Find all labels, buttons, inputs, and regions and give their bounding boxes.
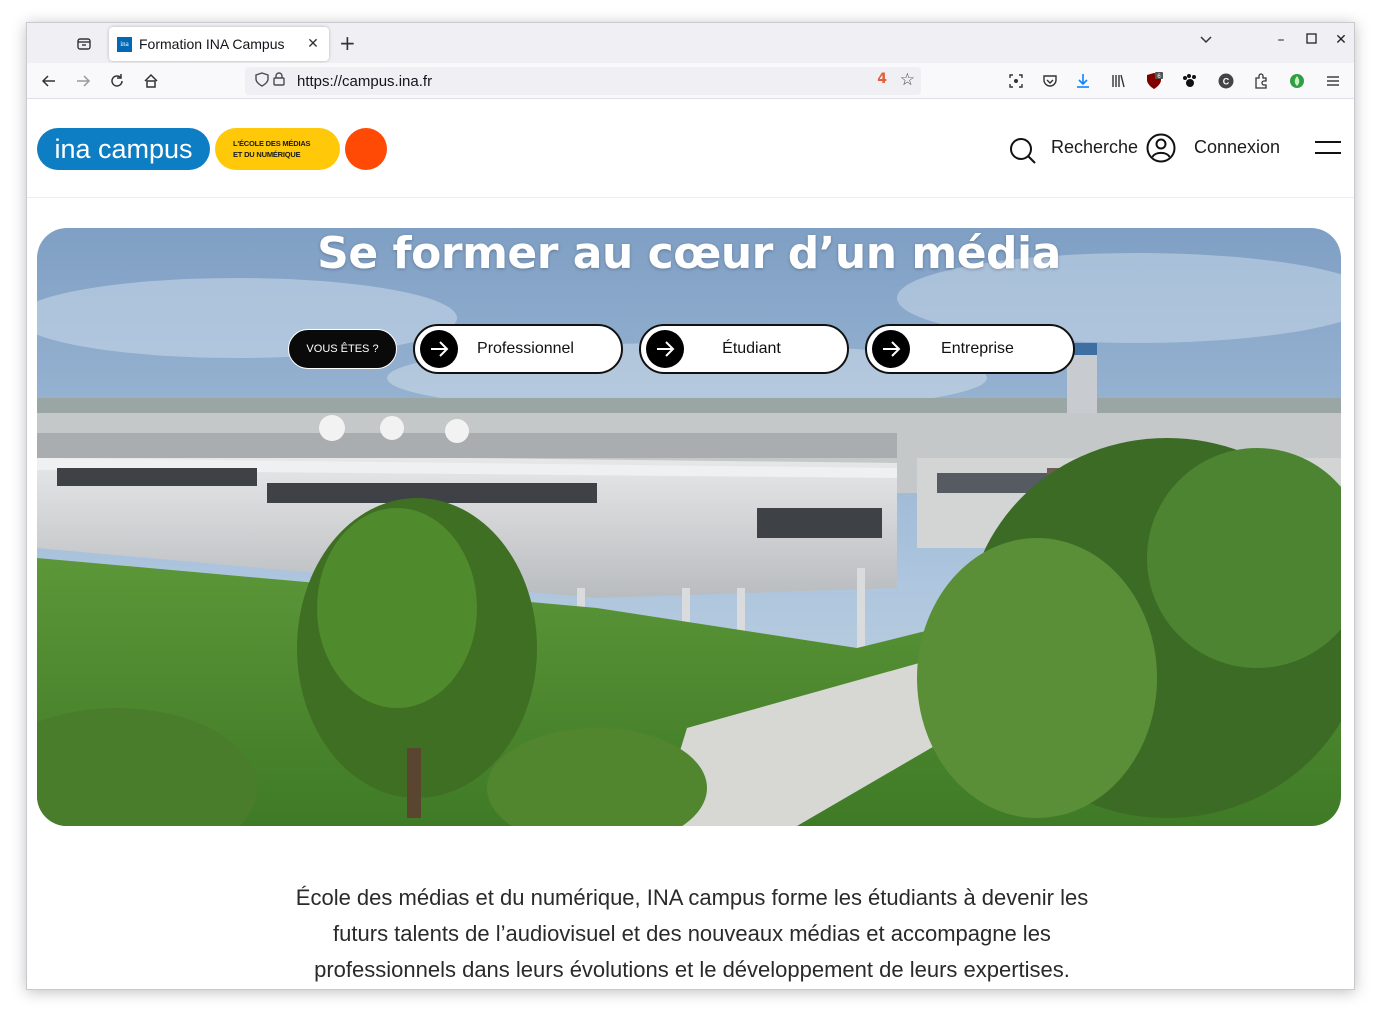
home-icon[interactable] [139, 69, 163, 93]
site-header: ina campus L'ÉCOLE DES MÉDIAS ET DU NUMÉ… [27, 100, 1354, 198]
tagline-line1: L'ÉCOLE DES MÉDIAS [233, 139, 311, 148]
arrow-right-icon [420, 330, 458, 368]
browser-window: ina Formation INA Campus ✕ + – ✕ https:/… [26, 22, 1355, 990]
permission-badge[interactable]: 4 [877, 71, 887, 87]
arrow-right-icon [646, 330, 684, 368]
hamburger-menu-icon[interactable] [1315, 141, 1341, 157]
app-menu-icon[interactable] [1322, 70, 1344, 92]
chevron-down-icon[interactable] [1199, 32, 1213, 50]
ina-favicon-icon: ina [117, 36, 132, 52]
ina-campus-logo[interactable]: ina campus [37, 128, 210, 170]
pocket-icon[interactable] [1039, 70, 1061, 92]
extensions-puzzle-icon[interactable] [1250, 70, 1272, 92]
new-tab-icon[interactable]: + [339, 33, 356, 53]
orange-dot-logo[interactable] [345, 128, 387, 170]
campus-building-photo [37, 228, 1341, 826]
forward-arrow-icon[interactable] [71, 69, 95, 93]
etudiant-button[interactable]: Étudiant [639, 324, 849, 374]
url-text[interactable]: https://campus.ina.fr [297, 73, 432, 90]
professionnel-button[interactable]: Professionnel [413, 324, 623, 374]
navigation-bar: https://campus.ina.fr 4 ☆ 6 C [27, 63, 1354, 99]
reload-icon[interactable] [105, 69, 129, 93]
hero-banner: Se former au cœur d’un média VOUS ÊTES ?… [37, 228, 1341, 826]
back-arrow-icon[interactable] [37, 69, 61, 93]
intro-paragraph: École des médias et du numérique, INA ca… [242, 880, 1142, 988]
lock-icon[interactable] [273, 72, 285, 90]
login-link[interactable]: Connexion [1194, 137, 1280, 158]
green-extension-icon[interactable] [1286, 70, 1308, 92]
audience-prompt-label: VOUS ÊTES ? [288, 329, 397, 369]
tab-title: Formation INA Campus [139, 36, 285, 52]
arrow-right-icon [872, 330, 910, 368]
ublock-shield-icon[interactable]: 6 [1143, 70, 1165, 92]
bookmark-star-icon[interactable]: ☆ [900, 70, 915, 90]
c-extension-label: C [1223, 77, 1230, 87]
download-icon[interactable] [1072, 70, 1094, 92]
etudiant-label: Étudiant [722, 340, 781, 357]
screenshot-icon[interactable] [1005, 70, 1027, 92]
active-tab[interactable]: ina Formation INA Campus ✕ [109, 27, 329, 61]
intro-line-3: professionnels dans leurs évolutions et … [314, 957, 1070, 982]
c-extension-icon[interactable]: C [1215, 70, 1237, 92]
entreprise-label: Entreprise [941, 340, 1014, 357]
search-icon[interactable] [1009, 137, 1037, 165]
intro-line-1: École des médias et du numérique, INA ca… [295, 885, 1089, 910]
close-window-icon[interactable]: ✕ [1331, 32, 1351, 48]
web-page: ina campus L'ÉCOLE DES MÉDIAS ET DU NUMÉ… [27, 100, 1354, 989]
maximize-icon[interactable] [1301, 32, 1321, 48]
paw-extension-icon[interactable] [1179, 70, 1201, 92]
entreprise-button[interactable]: Entreprise [865, 324, 1075, 374]
tagline-pill[interactable]: L'ÉCOLE DES MÉDIAS ET DU NUMÉRIQUE [215, 128, 340, 170]
tab-list-icon[interactable] [73, 33, 95, 55]
address-bar[interactable]: https://campus.ina.fr 4 ☆ [245, 67, 921, 95]
tagline-line2: ET DU NUMÉRIQUE [233, 150, 301, 159]
search-link[interactable]: Recherche [1051, 137, 1138, 158]
hero-title: Se former au cœur d’un média [317, 228, 1061, 279]
shield-icon[interactable] [255, 71, 269, 91]
user-icon[interactable] [1146, 133, 1176, 163]
professionnel-label: Professionnel [477, 340, 574, 357]
library-icon[interactable] [1107, 70, 1129, 92]
close-tab-icon[interactable]: ✕ [305, 36, 321, 52]
minimize-icon[interactable]: – [1271, 32, 1291, 48]
intro-line-2: futurs talents de l’audiovisuel et des n… [333, 921, 1051, 946]
tab-bar: ina Formation INA Campus ✕ + – ✕ [27, 23, 1354, 63]
